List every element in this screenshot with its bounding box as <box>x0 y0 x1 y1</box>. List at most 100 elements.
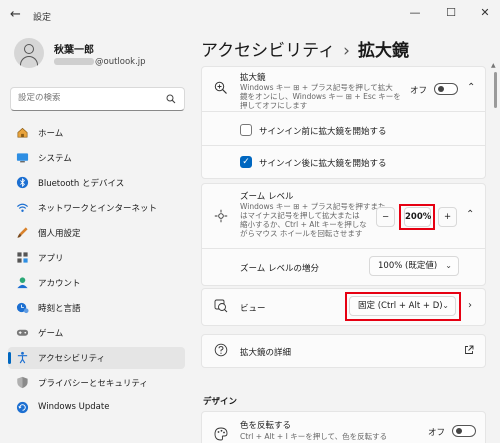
external-link-icon[interactable] <box>464 345 474 355</box>
sidebar-item-label: ゲーム <box>38 329 64 339</box>
design-section-title: デザイン <box>203 397 238 407</box>
title-bar: ← 設定 — ☐ ✕ <box>0 0 500 30</box>
user-email: @outlook.jp <box>54 57 146 67</box>
sidebar-item-gaming[interactable]: ゲーム <box>8 322 185 344</box>
zoom-out-button[interactable]: − <box>376 207 395 227</box>
apps-icon <box>17 252 28 263</box>
invert-colors-desc: Ctrl + Alt + I キーを押して、色を反転する <box>240 432 388 441</box>
zoom-level-desc: Windows キー ⊞ + プラス記号を押すまた はマイナス記号を押して拡大ま… <box>240 202 385 238</box>
email-redaction <box>54 58 94 65</box>
sidebar-item-apps[interactable]: アプリ <box>8 247 185 269</box>
shield-icon <box>17 376 28 389</box>
maximize-button[interactable]: ☐ <box>440 3 462 23</box>
checkbox-after-signin[interactable]: ✓ <box>240 156 252 168</box>
view-lens-icon <box>214 299 228 313</box>
sidebar-item-network[interactable]: ネットワークとインターネット <box>8 197 185 219</box>
invert-colors-toggle[interactable] <box>452 425 476 437</box>
scrollbar-thumb[interactable] <box>494 72 497 108</box>
user-name: 秋葉一郎 <box>54 45 94 56</box>
magnifier-desc: Windows キー ⊞ + プラス記号を押して拡大 鏡をオンにし、Window… <box>240 83 401 110</box>
view-title: ビュー <box>240 304 266 314</box>
sidebar-item-personalization[interactable]: 個人用設定 <box>8 222 185 244</box>
sidebar-item-label: ホーム <box>38 129 64 139</box>
magnifier-desc-line: Windows キー ⊞ + プラス記号を押して拡大 <box>240 83 393 92</box>
gamepad-icon <box>16 329 29 336</box>
close-button[interactable]: ✕ <box>474 3 496 23</box>
minimize-button[interactable]: — <box>404 3 426 23</box>
zoom-in-button[interactable]: + <box>438 207 457 227</box>
magnifier-toggle-label: オフ <box>410 86 428 96</box>
color-palette-icon <box>214 427 228 441</box>
time-language-icon <box>16 302 29 314</box>
sidebar-item-home[interactable]: ホーム <box>8 122 185 144</box>
sidebar-item-label: アプリ <box>38 254 64 264</box>
page-title: アクセシビリティ › 拡大鏡 <box>201 36 409 61</box>
sidebar-item-time-language[interactable]: 時刻と言語 <box>8 297 185 319</box>
sidebar-item-accessibility[interactable]: アクセシビリティ <box>8 347 185 369</box>
zoom-move-icon <box>214 209 228 223</box>
windows-update-icon <box>16 401 29 414</box>
zoom-desc-line: がらマウス ホイールを回転させます <box>240 229 363 238</box>
sidebar-item-bluetooth[interactable]: Bluetooth とデバイス <box>8 172 185 194</box>
highlight-box-zoom <box>399 204 435 230</box>
bluetooth-icon <box>16 176 29 189</box>
user-email-suffix: @outlook.jp <box>95 57 146 67</box>
magnifier-desc-line: 鏡をオンにし、Windows キー ⊞ + Esc キーを <box>240 92 401 101</box>
checkbox-before-signin[interactable] <box>240 124 252 136</box>
sidebar-item-windows-update[interactable]: Windows Update <box>8 397 185 419</box>
sidebar-item-accounts[interactable]: アカウント <box>8 272 185 294</box>
app-title: 設定 <box>33 13 52 23</box>
search-input[interactable] <box>18 93 158 103</box>
chevron-up-icon[interactable]: ⌃ <box>466 209 474 220</box>
magnifier-desc-line: 押してオフにします <box>240 101 308 110</box>
avatar[interactable] <box>14 38 44 68</box>
divider <box>201 111 486 112</box>
sidebar-item-label: Bluetooth とデバイス <box>38 179 125 189</box>
magnifier-details-title: 拡大鏡の詳細 <box>240 348 292 358</box>
zoom-increment-dropdown[interactable]: 100% (既定値) ⌄ <box>369 256 459 276</box>
sidebar-item-label: 個人用設定 <box>38 229 81 239</box>
sidebar-item-label: ネットワークとインターネット <box>38 204 158 214</box>
breadcrumb-parent[interactable]: アクセシビリティ <box>201 41 335 61</box>
help-icon <box>214 343 228 357</box>
scroll-up-arrow-icon[interactable]: ▲ <box>491 62 496 69</box>
account-icon <box>17 277 28 289</box>
avatar-body-icon <box>20 56 38 68</box>
sidebar-item-label: システム <box>38 154 72 164</box>
chevron-right-icon[interactable]: › <box>468 300 472 311</box>
chevron-down-icon: ⌄ <box>445 261 452 270</box>
invert-toggle-label: オフ <box>428 428 446 438</box>
invert-colors-title: 色を反転する <box>240 421 292 431</box>
accessibility-icon <box>17 351 28 364</box>
zoom-desc-line: 縮小するか、Ctrl + Alt キーを押しな <box>240 220 367 229</box>
magnifier-icon <box>214 81 227 94</box>
paintbrush-icon <box>17 227 28 238</box>
breadcrumb-current: 拡大鏡 <box>357 41 409 61</box>
active-indicator <box>8 352 11 364</box>
sidebar-item-system[interactable]: システム <box>8 147 185 169</box>
divider <box>201 248 486 249</box>
checkbox-after-signin-label: サインイン後に拡大鏡を開始する <box>259 159 387 169</box>
toggle-knob <box>438 86 444 92</box>
back-arrow-icon[interactable]: ← <box>10 8 26 22</box>
zoom-increment-value: 100% (既定値) <box>378 261 438 271</box>
system-monitor-icon <box>16 153 29 163</box>
zoom-level-title: ズーム レベル <box>240 192 294 202</box>
divider <box>201 145 486 146</box>
chevron-up-icon[interactable]: ⌃ <box>467 82 475 93</box>
settings-search-box[interactable] <box>10 87 185 111</box>
avatar-head-icon <box>24 44 34 54</box>
home-icon <box>17 127 28 138</box>
sidebar-item-label: 時刻と言語 <box>38 304 81 314</box>
toggle-knob <box>456 428 462 434</box>
breadcrumb-separator: › <box>343 41 350 61</box>
checkmark-icon: ✓ <box>242 157 250 167</box>
zoom-desc-line: Windows キー ⊞ + プラス記号を押すまた <box>240 202 386 211</box>
zoom-desc-line: はマイナス記号を押して拡大または <box>240 211 360 220</box>
sidebar-item-privacy[interactable]: プライバシーとセキュリティ <box>8 372 185 394</box>
checkbox-before-signin-label: サインイン前に拡大鏡を開始する <box>259 127 387 137</box>
sidebar-item-label: プライバシーとセキュリティ <box>38 379 148 389</box>
search-icon[interactable] <box>166 94 176 104</box>
sidebar-item-label: アクセシビリティ <box>38 354 106 364</box>
magnifier-toggle[interactable] <box>434 83 458 95</box>
